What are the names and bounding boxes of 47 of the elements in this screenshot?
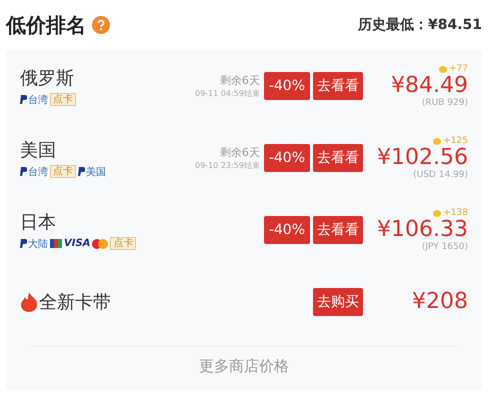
region-name: 俄罗斯	[20, 66, 75, 90]
coin-icon	[433, 210, 442, 216]
card-icon	[50, 239, 62, 248]
buy-button[interactable]: 去购买	[313, 288, 363, 316]
discount-badge: -40%	[264, 72, 310, 100]
payment-label: 台湾	[28, 166, 48, 178]
bonus-points: +77	[439, 64, 468, 74]
payment-label: 美国	[86, 166, 106, 178]
paypal-icon	[78, 167, 85, 176]
payment-label: 台湾	[28, 94, 48, 106]
end-time: 09-10 23:59结束	[194, 160, 260, 171]
end-time: 09-11 04:59结束	[194, 88, 260, 99]
view-button[interactable]: 去看看	[313, 72, 363, 100]
discount-badge: -40%	[264, 216, 310, 244]
more-stores-link[interactable]: 更多商店价格	[199, 347, 289, 390]
help-icon[interactable]	[92, 16, 110, 34]
countdown: 剩余6天	[220, 73, 260, 88]
product-name: 全新卡带	[39, 291, 111, 314]
price: ¥208	[412, 290, 468, 314]
flame-icon	[20, 292, 38, 312]
region-name: 美国	[20, 138, 57, 162]
price: ¥106.33	[377, 218, 468, 242]
mastercard-icon	[92, 238, 108, 248]
coin-icon	[439, 66, 447, 72]
original-price: (RUB 929)	[422, 98, 468, 108]
paypal-icon	[20, 95, 27, 104]
visa-label: VISA	[64, 238, 90, 249]
bonus-points: +138	[433, 208, 468, 218]
payment-tag: 点卡	[110, 237, 136, 250]
payment-label: 大陆	[28, 238, 48, 250]
price: ¥102.56	[377, 146, 468, 170]
countdown: 剩余6天	[220, 145, 260, 160]
section-title: 低价排名	[6, 12, 86, 38]
payment-tag: 点卡	[50, 93, 76, 106]
coin-icon	[433, 138, 442, 144]
bonus-points: +125	[433, 136, 468, 146]
payment-tag: 点卡	[50, 165, 76, 178]
history-low-price: 历史最低：¥84.51	[358, 16, 482, 34]
view-button[interactable]: 去看看	[313, 144, 363, 172]
original-price: (JPY 1650)	[422, 242, 468, 252]
discount-badge: -40%	[264, 144, 310, 172]
region-name: 日本	[20, 210, 57, 234]
paypal-icon	[20, 239, 27, 248]
price: ¥84.49	[391, 74, 468, 98]
view-button[interactable]: 去看看	[313, 216, 363, 244]
original-price: (USD 14.99)	[413, 170, 468, 180]
paypal-icon	[20, 167, 27, 176]
